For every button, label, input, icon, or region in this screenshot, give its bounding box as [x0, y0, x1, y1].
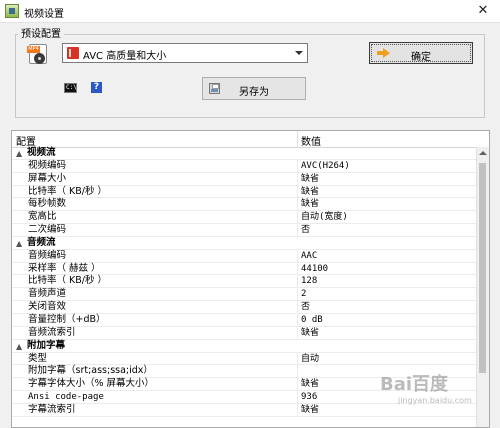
- property-name: 比特率（ KB/秒 ）: [28, 275, 107, 287]
- property-name: 字幕字体大小（% 屏幕大小）: [28, 378, 155, 390]
- property-value[interactable]: 否: [301, 224, 310, 236]
- preset-dropdown[interactable]: AVC 高质量和大小: [62, 43, 308, 63]
- property-row[interactable]: 比特率（ KB/秒 ） 缺省: [12, 185, 479, 199]
- property-name: 视频编码: [28, 159, 67, 171]
- watermark-logo: Bai百度: [380, 374, 449, 395]
- property-name: 屏幕大小: [28, 172, 67, 184]
- property-name: 字幕流索引: [28, 403, 76, 415]
- collapse-toggle-icon[interactable]: ▲: [16, 341, 22, 353]
- property-name: 类型: [28, 352, 48, 364]
- property-value[interactable]: 缺省: [301, 327, 319, 339]
- property-row[interactable]: 类型 自动: [12, 352, 479, 366]
- property-row[interactable]: 二次编码 否: [12, 224, 479, 237]
- property-category-row[interactable]: ▲ 音频流: [12, 237, 479, 250]
- property-name: 附加字幕（srt;ass;ssa;idx）: [28, 365, 153, 377]
- property-name: 宽高比: [28, 211, 57, 223]
- property-row[interactable]: 采样率（ 赫兹 ） 44100: [12, 262, 479, 276]
- property-row[interactable]: 音频流索引 缺省: [12, 326, 479, 340]
- property-name: Ansi code-page: [28, 392, 104, 403]
- ok-button[interactable]: 确定: [369, 42, 473, 64]
- property-row[interactable]: 音频编码 AAC: [12, 249, 479, 263]
- property-name: 二次编码: [28, 224, 67, 236]
- property-name: 音量控制（+dB）: [28, 313, 106, 325]
- property-value[interactable]: 128: [301, 275, 317, 287]
- property-name: 采样率（ 赫兹 ）: [28, 262, 101, 274]
- property-value[interactable]: 缺省: [301, 186, 319, 198]
- column-header-config[interactable]: 配置: [16, 133, 36, 148]
- property-row[interactable]: 宽高比 自动(宽度): [12, 211, 479, 225]
- property-value[interactable]: AAC: [301, 250, 317, 262]
- property-value[interactable]: 缺省: [301, 198, 319, 210]
- property-row[interactable]: 音量控制（+dB） 0 dB: [12, 313, 479, 327]
- property-row[interactable]: 音频声道 2: [12, 288, 479, 302]
- preset-mp4-icon: MP4: [27, 44, 49, 66]
- close-button[interactable]: ✕: [466, 0, 500, 22]
- window-title: 视频设置: [24, 9, 64, 20]
- save-as-button[interactable]: 另存为: [202, 77, 306, 100]
- column-divider[interactable]: [297, 131, 298, 147]
- category-label: 视频流: [27, 147, 56, 158]
- ok-button-label: 确定: [411, 52, 431, 63]
- property-value[interactable]: AVC(H264): [301, 160, 350, 172]
- property-value[interactable]: 缺省: [301, 404, 319, 416]
- property-value[interactable]: 0 dB: [301, 314, 323, 326]
- table-header: 配置 数值: [12, 131, 479, 148]
- property-name: 关闭音效: [28, 301, 67, 313]
- property-value[interactable]: 否: [301, 301, 310, 313]
- property-name: 音频声道: [28, 288, 67, 300]
- property-row[interactable]: 关闭音效 否: [12, 301, 479, 314]
- scrollbar-thumb[interactable]: [479, 163, 486, 373]
- column-header-value[interactable]: 数值: [301, 133, 321, 148]
- property-category-row[interactable]: ▲ 附加字幕: [12, 340, 479, 353]
- property-value[interactable]: 缺省: [301, 378, 319, 390]
- save-as-button-label: 另存为: [239, 87, 269, 98]
- property-row[interactable]: 比特率（ KB/秒 ） 128: [12, 275, 479, 289]
- app-icon: [5, 4, 19, 18]
- property-row[interactable]: 字幕流索引 缺省: [12, 403, 479, 417]
- preset-group-label: 预设配置: [18, 25, 64, 40]
- property-name: 音频编码: [28, 249, 67, 261]
- property-value[interactable]: 2: [301, 288, 306, 300]
- collapse-toggle-icon[interactable]: ▲: [16, 148, 22, 160]
- watermark-url: jingyan.baidu.com: [398, 396, 472, 405]
- property-row[interactable]: 每秒帧数 缺省: [12, 198, 479, 212]
- command-line-icon[interactable]: C:\_: [64, 83, 80, 93]
- preset-dropdown-value: AVC 高质量和大小: [83, 51, 167, 62]
- property-name: 每秒帧数: [28, 198, 67, 210]
- property-value[interactable]: 936: [301, 391, 317, 403]
- property-value[interactable]: 缺省: [301, 173, 319, 185]
- property-value[interactable]: 自动: [301, 353, 319, 365]
- chevron-down-icon[interactable]: [290, 44, 307, 62]
- property-value[interactable]: 自动(宽度): [301, 211, 348, 223]
- help-icon[interactable]: ?: [91, 82, 102, 93]
- category-label: 音频流: [27, 236, 56, 248]
- category-label: 附加字幕: [27, 339, 66, 351]
- property-name: 比特率（ KB/秒 ）: [28, 185, 107, 197]
- video-file-icon: [67, 47, 79, 59]
- property-value[interactable]: 44100: [301, 263, 328, 275]
- vertical-scrollbar[interactable]: [476, 147, 489, 427]
- property-row[interactable]: 屏幕大小 缺省: [12, 172, 479, 186]
- property-row[interactable]: 视频编码 AVC(H264): [12, 159, 479, 173]
- property-category-row[interactable]: ▲ 视频流: [12, 147, 479, 160]
- scroll-up-arrow-icon[interactable]: [479, 151, 487, 155]
- property-name: 音频流索引: [28, 326, 76, 338]
- collapse-toggle-icon[interactable]: ▲: [16, 238, 22, 250]
- title-bar: 视频设置 ✕: [0, 0, 500, 23]
